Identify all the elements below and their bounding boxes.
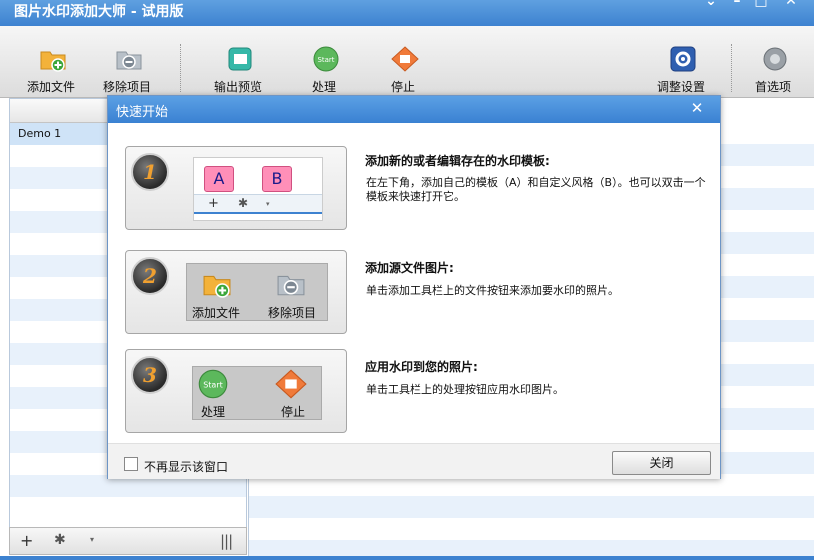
- step-3-title: 应用水印到您的照片:: [365, 360, 478, 374]
- folder-remove-icon: [277, 275, 305, 296]
- start-icon: Start: [313, 46, 339, 72]
- add-files-illustration: 添加文件 移除项目: [186, 263, 328, 321]
- template-bottom-bar: + ✱ ▾ |||: [9, 527, 247, 555]
- status-bar: [0, 556, 814, 560]
- stop-icon: [275, 369, 307, 399]
- list-stripe: [249, 496, 814, 518]
- preferences-icon: [763, 47, 787, 71]
- output-preview-label: 输出预览: [213, 80, 262, 94]
- svg-text:Start: Start: [317, 56, 334, 64]
- add-files-button[interactable]: 添加文件: [16, 46, 86, 98]
- callout-a: A: [204, 166, 234, 192]
- process-button[interactable]: Start 处理: [289, 46, 359, 98]
- remove-items-label: 移除项目: [102, 80, 151, 94]
- chevron-down-icon: ▾: [266, 200, 270, 208]
- step-3-description: 单击工具栏上的处理按钮应用水印图片。: [366, 383, 564, 396]
- stop-label: 停止: [390, 80, 415, 94]
- template-style-icon[interactable]: ✱: [54, 532, 66, 548]
- plus-icon: +: [208, 196, 219, 211]
- chevron-down-icon[interactable]: ▾: [90, 535, 94, 544]
- quick-start-dialog: 快速开始 ✕ 1 A B + ✱ ▾ 添加新的或者编辑存在的水印模板: 在左下角…: [107, 95, 721, 479]
- dialog-body: 1 A B + ✱ ▾ 添加新的或者编辑存在的水印模板: 在左下角，添加自己的模…: [108, 123, 720, 443]
- step-number: 1: [131, 153, 169, 191]
- process-label: 处理: [201, 405, 226, 419]
- step-2-description: 单击添加工具栏上的文件按钮来添加要水印的照片。: [366, 284, 619, 297]
- adjust-settings-label: 调整设置: [656, 80, 705, 94]
- gear-icon: ✱: [238, 196, 249, 210]
- minimize-icon[interactable]: –: [726, 0, 748, 9]
- gear-icon: [670, 46, 696, 72]
- step-1-title: 添加新的或者编辑存在的水印模板:: [365, 154, 550, 168]
- dialog-title-bar: 快速开始 ✕: [108, 96, 720, 123]
- dialog-footer: 不再显示该窗口 关闭: [108, 443, 720, 479]
- list-item-label: Demo 1: [18, 127, 62, 140]
- step-2-box: 2 添加文件 移除项目: [125, 250, 347, 334]
- folder-remove-icon: [116, 51, 142, 70]
- step-1-box: 1 A B + ✱ ▾: [125, 146, 347, 230]
- close-icon[interactable]: ✕: [688, 99, 706, 117]
- start-icon: Start: [198, 369, 228, 399]
- preferences-label: 首选项: [754, 80, 791, 94]
- folder-add-icon: [40, 51, 66, 72]
- close-button[interactable]: 关闭: [612, 451, 711, 475]
- process-label: 处理: [311, 80, 336, 94]
- stop-icon: [391, 46, 419, 72]
- template-toolbar-illustration: + ✱ ▾: [194, 194, 322, 214]
- grip-icon[interactable]: |||: [220, 532, 233, 550]
- remove-items-button[interactable]: 移除项目: [92, 46, 162, 98]
- output-preview-button[interactable]: 输出预览: [203, 46, 273, 98]
- dont-show-label: 不再显示该窗口: [144, 460, 229, 474]
- add-template-icon[interactable]: +: [20, 531, 33, 550]
- preview-icon: [228, 47, 252, 71]
- remove-items-label: 移除项目: [268, 306, 317, 320]
- step-2-title: 添加源文件图片:: [365, 261, 454, 275]
- toolbar-separator: [180, 44, 181, 92]
- preferences-button[interactable]: 首选项: [738, 46, 808, 98]
- toolbar-separator: [731, 44, 732, 92]
- dropdown-icon[interactable]: ⌄: [700, 0, 722, 9]
- adjust-settings-button[interactable]: 调整设置: [646, 46, 716, 98]
- dialog-title: 快速开始: [116, 105, 169, 120]
- folder-add-icon: [203, 275, 231, 298]
- stop-button[interactable]: 停止: [368, 46, 438, 98]
- maximize-icon[interactable]: □: [750, 0, 772, 9]
- step-3-box: 3 Start 处理 停止: [125, 349, 347, 433]
- dont-show-checkbox[interactable]: [124, 457, 138, 471]
- step-1-description: 在左下角，添加自己的模板（A）和自定义风格（B）。也可以双击一个模板来快速打开它…: [366, 176, 706, 203]
- callout-b: B: [262, 166, 292, 192]
- step-number: 2: [131, 257, 169, 295]
- add-files-label: 添加文件: [26, 80, 75, 94]
- title-bar: 图片水印添加大师 - 试用版 ⌄ – □ ✕: [0, 0, 814, 26]
- stop-label: 停止: [281, 405, 306, 419]
- step-number: 3: [131, 356, 169, 394]
- close-window-icon[interactable]: ✕: [780, 0, 802, 9]
- add-files-label: 添加文件: [192, 306, 241, 320]
- template-illustration: A B + ✱ ▾: [193, 157, 323, 221]
- main-toolbar: 添加文件 移除项目 输出预览 Start 处理 停止 调整设置 首选项: [0, 26, 814, 98]
- process-illustration: Start 处理 停止: [192, 366, 322, 420]
- start-text: Start: [203, 380, 223, 389]
- window-title: 图片水印添加大师 - 试用版: [14, 4, 184, 20]
